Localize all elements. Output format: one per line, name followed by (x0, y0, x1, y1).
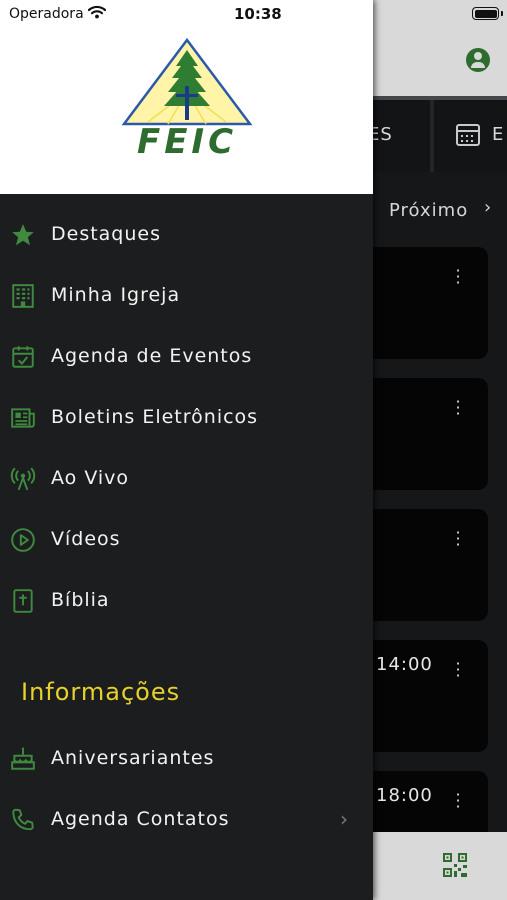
menu-item-label: Minha Igreja (51, 284, 181, 306)
play-circle-icon (11, 528, 35, 552)
menu-item-label: Agenda de Eventos (51, 345, 253, 367)
feic-logo: FEIC (121, 37, 253, 156)
status-time: 10:38 (234, 5, 282, 23)
newspaper-icon (11, 408, 35, 428)
more-options-icon[interactable]: · · · (450, 656, 466, 684)
navigation-drawer: FEIC Destaques Minha Igreja Agenda de Ev… (0, 0, 373, 900)
star-icon (12, 224, 34, 246)
phone-icon (12, 808, 34, 831)
more-options-icon[interactable]: · · · (450, 525, 466, 553)
menu-item-minha-igreja[interactable]: Minha Igreja (0, 266, 373, 326)
more-options-icon[interactable]: · · · (450, 263, 466, 291)
chevron-right-icon: › (340, 807, 348, 831)
tab-events-label: E (492, 124, 505, 145)
next-link[interactable]: Próximo (389, 200, 468, 221)
menu-item-label: Boletins Eletrônicos (51, 406, 259, 428)
menu-item-boletins[interactable]: Boletins Eletrônicos (0, 388, 373, 448)
bible-icon (13, 589, 33, 613)
more-options-icon[interactable]: · · · (450, 787, 466, 815)
calendar-check-icon (12, 346, 34, 368)
menu-item-label: Ao Vivo (51, 467, 130, 489)
event-time: 18:00 (376, 785, 433, 806)
menu-item-label: Bíblia (51, 589, 110, 611)
battery-icon (472, 7, 503, 20)
menu-item-destaques[interactable]: Destaques (0, 205, 373, 265)
building-icon (12, 284, 34, 308)
drawer-header: FEIC (0, 0, 373, 194)
event-time: 14:00 (376, 654, 433, 675)
menu-item-agenda-eventos[interactable]: Agenda de Eventos (0, 327, 373, 387)
menu-item-aniversariantes[interactable]: Aniversariantes (0, 729, 373, 789)
wifi-icon (88, 5, 106, 19)
qr-code-icon[interactable] (443, 853, 467, 877)
menu-item-videos[interactable]: Vídeos (0, 510, 373, 570)
menu-item-label: Aniversariantes (51, 747, 215, 769)
section-title-informacoes: Informações (21, 678, 181, 706)
status-bar: Operadora 10:38 (0, 0, 507, 28)
cake-icon (11, 747, 35, 770)
carrier-name: Operadora (9, 6, 84, 22)
menu-item-label: Destaques (51, 223, 162, 245)
profile-avatar-icon[interactable] (466, 48, 490, 72)
menu-item-agenda-contatos[interactable]: Agenda Contatos › (0, 790, 373, 850)
menu-item-ao-vivo[interactable]: Ao Vivo (0, 449, 373, 509)
tab-events[interactable]: E (434, 100, 507, 172)
menu-item-biblia[interactable]: Bíblia (0, 571, 373, 631)
calendar-icon (456, 124, 480, 146)
broadcast-antenna-icon (10, 467, 36, 491)
menu-item-label: Agenda Contatos (51, 808, 230, 830)
logo-text: FEIC (137, 122, 237, 156)
menu-item-label: Vídeos (51, 528, 121, 550)
chevron-right-icon: › (484, 197, 492, 218)
more-options-icon[interactable]: · · · (450, 394, 466, 422)
